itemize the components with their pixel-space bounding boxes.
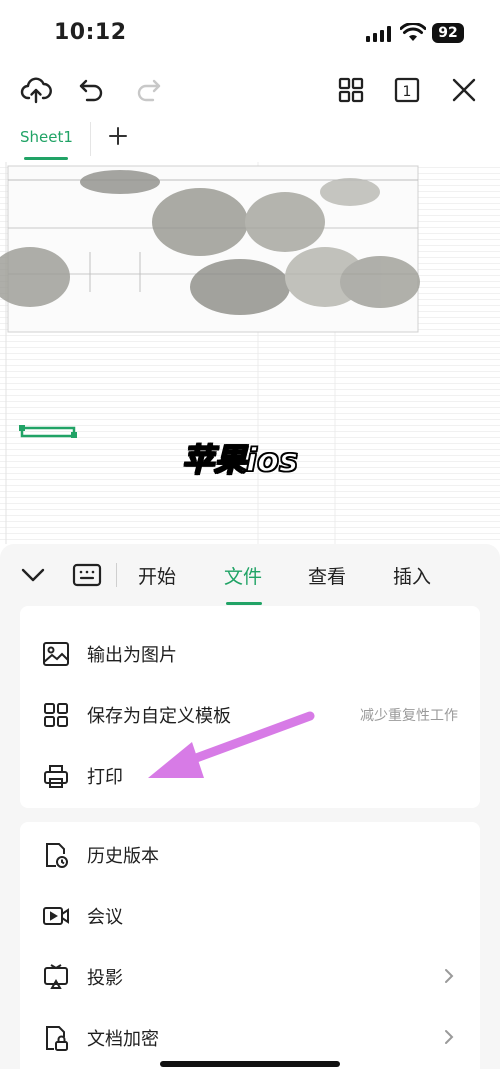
projection-icon [44, 964, 68, 989]
ribbon-divider [116, 563, 117, 587]
lock-document-icon [46, 1026, 68, 1051]
meeting-label: 会议 [87, 907, 123, 928]
status-time: 10:12 [54, 20, 127, 45]
tab-insert[interactable]: 插入 [393, 562, 431, 589]
printer-icon [44, 765, 68, 788]
keyboard-icon[interactable] [72, 562, 102, 588]
tab-view[interactable]: 查看 [308, 562, 346, 589]
chevron-down-icon[interactable] [20, 564, 46, 586]
sheet-tab-indicator [24, 157, 68, 160]
close-icon[interactable] [444, 70, 484, 110]
template-icon [44, 703, 68, 727]
home-indicator [160, 1061, 340, 1067]
sheet-content-graphic [0, 162, 500, 544]
page-count-icon[interactable]: 1 [387, 70, 427, 110]
projection-item[interactable]: 投影 [20, 946, 480, 1007]
cellular-signal-icon [366, 26, 391, 42]
meeting-item[interactable]: 会议 [20, 885, 480, 946]
history-version-label: 历史版本 [87, 846, 159, 867]
watermark-text: 苹果ios [181, 440, 299, 480]
print-label: 打印 [87, 767, 123, 788]
grid-view-icon[interactable] [331, 70, 371, 110]
status-bar: 10:12 92 [0, 0, 500, 62]
tab-file[interactable]: 文件 [224, 562, 262, 589]
file-menu-group-2: 历史版本 会议 投影 文档加密 [20, 822, 480, 1082]
history-version-item[interactable]: 历史版本 [20, 824, 480, 885]
page-count-text: 1 [403, 84, 412, 100]
active-tab-indicator [226, 602, 262, 605]
file-menu-panel: 开始 文件 查看 插入 输出为图片 保存为自定义模板 减少重复性工作 打印 历史… [0, 544, 500, 1082]
tab-divider [90, 122, 91, 156]
projection-label: 投影 [87, 968, 123, 989]
image-icon [43, 642, 69, 666]
sheet-tab-bar: Sheet1 [0, 118, 500, 162]
redo-icon[interactable] [128, 70, 168, 110]
undo-icon[interactable] [72, 70, 112, 110]
history-icon [46, 843, 68, 868]
plus-icon[interactable] [106, 124, 130, 148]
spreadsheet-canvas[interactable] [0, 162, 500, 544]
document-encryption-item[interactable]: 文档加密 [20, 1007, 480, 1068]
ribbon-tab-bar: 开始 文件 查看 插入 [0, 544, 500, 606]
chevron-right-icon [445, 1030, 454, 1044]
save-as-template-hint: 减少重复性工作 [360, 708, 458, 724]
export-as-image-label: 输出为图片 [87, 645, 177, 666]
export-as-image-item[interactable]: 输出为图片 [20, 623, 480, 684]
chevron-right-icon [445, 969, 454, 983]
document-encryption-label: 文档加密 [87, 1029, 159, 1050]
wifi-icon [400, 23, 426, 41]
annotation-arrow [148, 711, 315, 778]
meeting-icon [43, 907, 69, 925]
sheet-tab-sheet1[interactable]: Sheet1 [20, 128, 73, 146]
tab-start[interactable]: 开始 [138, 562, 176, 589]
cloud-upload-icon[interactable] [16, 70, 56, 110]
top-toolbar: 1 [0, 62, 500, 118]
battery-level: 92 [432, 23, 464, 43]
